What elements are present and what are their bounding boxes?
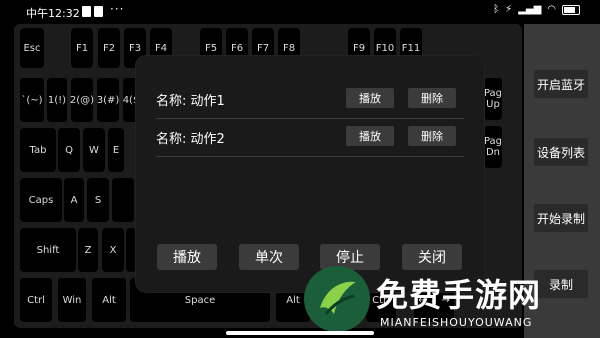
enable-bluetooth-button[interactable]: 开启蓝牙: [534, 70, 588, 98]
key-tilde[interactable]: `(~): [20, 78, 44, 122]
list-item: 名称: 动作1 播放 删除: [156, 86, 464, 119]
key-win[interactable]: Win: [58, 278, 86, 322]
action-name: 名称: 动作2: [156, 132, 225, 147]
notification-icon: [82, 6, 91, 17]
key-a[interactable]: A: [64, 178, 84, 222]
list-item: 名称: 动作2 播放 删除: [156, 124, 464, 157]
delete-action-button[interactable]: 删除: [408, 126, 456, 146]
key-f1[interactable]: F1: [71, 28, 93, 68]
key-tab[interactable]: Tab: [20, 128, 56, 172]
key-e[interactable]: E: [108, 128, 124, 172]
key-esc[interactable]: Esc: [20, 28, 44, 68]
battery-icon: [562, 4, 580, 15]
macro-dialog: 名称: 动作1 播放 删除 名称: 动作2 播放 删除 播放 单次 停止 关闭: [136, 56, 484, 292]
device-list-button[interactable]: 设备列表: [534, 138, 588, 166]
watermark-subtitle: MIANFEISHOUYOUWANG: [380, 316, 533, 329]
home-indicator[interactable]: [226, 331, 374, 335]
vibrate-icon: ⚡: [505, 4, 513, 15]
key-ctrl[interactable]: Ctrl: [20, 278, 52, 322]
key-z[interactable]: Z: [78, 228, 98, 272]
play-button[interactable]: 播放: [157, 244, 217, 270]
watermark-title: 免费手游网: [376, 276, 542, 314]
watermark-logo-icon: [304, 266, 370, 332]
key-3[interactable]: 3(#): [97, 78, 119, 122]
delete-action-button[interactable]: 删除: [408, 88, 456, 108]
key-q[interactable]: Q: [58, 128, 80, 172]
action-name: 名称: 动作1: [156, 94, 225, 109]
status-icons: ᛒ ⚡ ▂▄▆ ◠: [493, 4, 580, 15]
play-action-button[interactable]: 播放: [346, 126, 394, 146]
key-shift[interactable]: Shift: [20, 228, 76, 272]
key-alt[interactable]: Alt: [92, 278, 126, 322]
status-time: 中午12:32: [26, 7, 80, 20]
key-2[interactable]: 2(@): [70, 78, 94, 122]
key-x[interactable]: X: [102, 228, 124, 272]
once-button[interactable]: 单次: [239, 244, 299, 270]
start-recording-button[interactable]: 开始录制: [534, 204, 588, 232]
key-d[interactable]: [112, 178, 134, 222]
key-1[interactable]: 1(!): [47, 78, 67, 122]
key-c[interactable]: [126, 228, 136, 272]
key-f2[interactable]: F2: [98, 28, 120, 68]
key-caps[interactable]: Caps: [20, 178, 62, 222]
key-s[interactable]: S: [87, 178, 109, 222]
more-notifications-icon: ···: [110, 2, 125, 16]
watermark: 免费手游网 MIANFEISHOUYOUWANG: [304, 266, 596, 336]
play-action-button[interactable]: 播放: [346, 88, 394, 108]
key-w[interactable]: W: [83, 128, 105, 172]
status-bar: 中午12:32 ··· ᛒ ⚡ ▂▄▆ ◠: [0, 0, 600, 24]
key-page-down[interactable]: Pag Dn: [484, 126, 502, 168]
key-page-up[interactable]: Pag Up: [484, 78, 502, 120]
signal-icon: ▂▄▆: [518, 4, 542, 15]
bluetooth-icon: ᛒ: [493, 4, 500, 15]
wifi-icon: ◠: [547, 4, 556, 15]
notification-icon: [94, 6, 103, 17]
